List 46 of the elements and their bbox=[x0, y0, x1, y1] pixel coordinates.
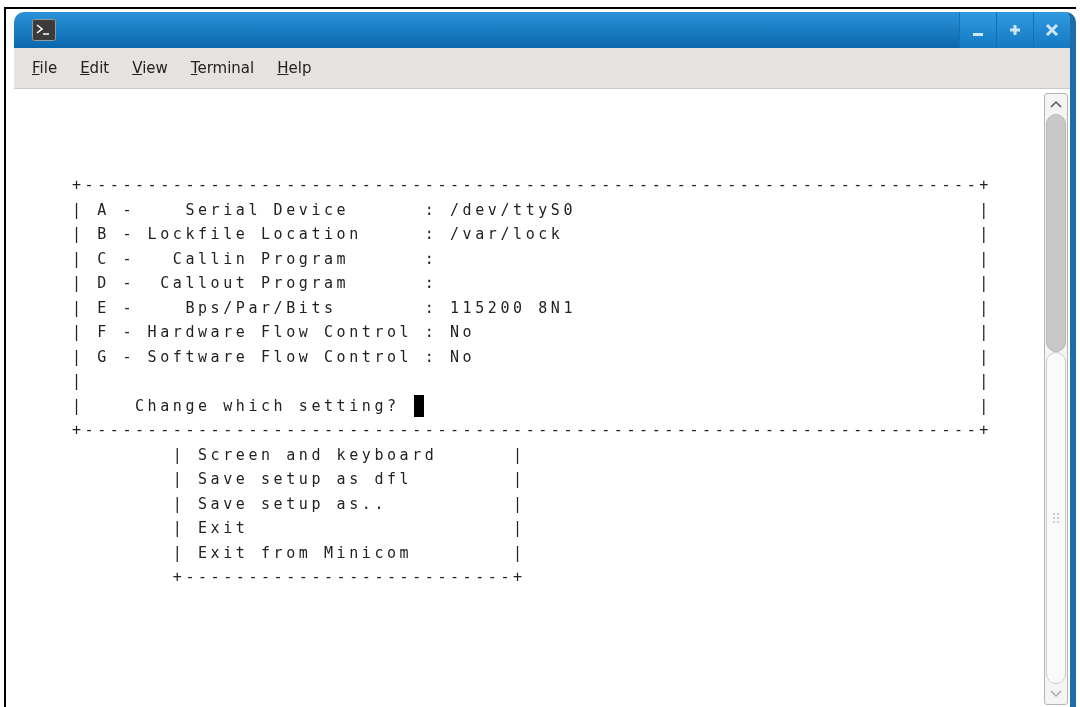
terminal-line: | Save setup as.. bbox=[172, 493, 387, 515]
grip-icon bbox=[1052, 512, 1060, 524]
menu-item[interactable]: View bbox=[132, 59, 168, 77]
menu-item[interactable]: File bbox=[32, 59, 58, 77]
terminal-line: | bbox=[72, 371, 85, 392]
box-border-char: | bbox=[513, 518, 526, 539]
scrollbar-thumb[interactable] bbox=[1046, 114, 1066, 352]
menu-item[interactable]: Help bbox=[277, 59, 312, 77]
box-border-char: | bbox=[513, 469, 526, 490]
menu-item[interactable]: Edit bbox=[80, 59, 110, 77]
minimize-icon bbox=[973, 32, 983, 36]
minimize-button[interactable] bbox=[959, 12, 996, 48]
terminal-line: | G - Software Flow Control : No bbox=[72, 346, 476, 368]
terminal-line: | C - Callin Program : bbox=[72, 248, 438, 270]
box-border-char: | bbox=[979, 273, 992, 294]
terminal-line: | Screen and keyboard bbox=[172, 444, 438, 466]
terminal-icon bbox=[32, 19, 56, 41]
terminal-line: | E - Bps/Par/Bits : 115200 8N1 bbox=[72, 297, 577, 319]
terminal-line: | Change which setting? bbox=[72, 395, 400, 417]
box-border-char: | bbox=[979, 297, 992, 319]
box-border: +--------------------------+ bbox=[172, 568, 526, 586]
terminal-line: | Save setup as dfl bbox=[172, 469, 413, 490]
box-border-char: | bbox=[979, 199, 992, 221]
terminal-line: | A - Serial Device : /dev/ttyS0 bbox=[72, 199, 577, 221]
close-icon bbox=[1045, 23, 1059, 37]
terminal-line: | Exit bbox=[172, 518, 249, 539]
box-border: +-----------------------------------------------------------------------+ bbox=[72, 421, 992, 439]
box-border: +-----------------------------------------------------------------------+ bbox=[72, 176, 992, 194]
terminal-line: | B - Lockfile Location : /var/lock bbox=[72, 224, 564, 245]
box-border-char: | bbox=[513, 444, 526, 466]
box-border-char: | bbox=[979, 322, 992, 343]
close-button[interactable] bbox=[1033, 12, 1070, 48]
box-border-char: | bbox=[979, 371, 992, 392]
maximize-button[interactable] bbox=[996, 12, 1033, 48]
box-border-char: | bbox=[513, 542, 526, 564]
terminal-line: | F - Hardware Flow Control : No bbox=[72, 322, 476, 343]
terminal-line: | Exit from Minicom bbox=[172, 542, 413, 564]
box-border-char: | bbox=[979, 224, 992, 245]
box-border-char: | bbox=[979, 395, 992, 417]
box-border-char: | bbox=[979, 248, 992, 270]
scrollbar[interactable] bbox=[1044, 93, 1068, 705]
terminal-line: | D - Callout Program : bbox=[72, 273, 438, 294]
box-border-char: | bbox=[513, 493, 526, 515]
plus-icon bbox=[1008, 23, 1022, 37]
box-border-char: | bbox=[979, 346, 992, 368]
menu-item[interactable]: Terminal bbox=[190, 59, 255, 77]
